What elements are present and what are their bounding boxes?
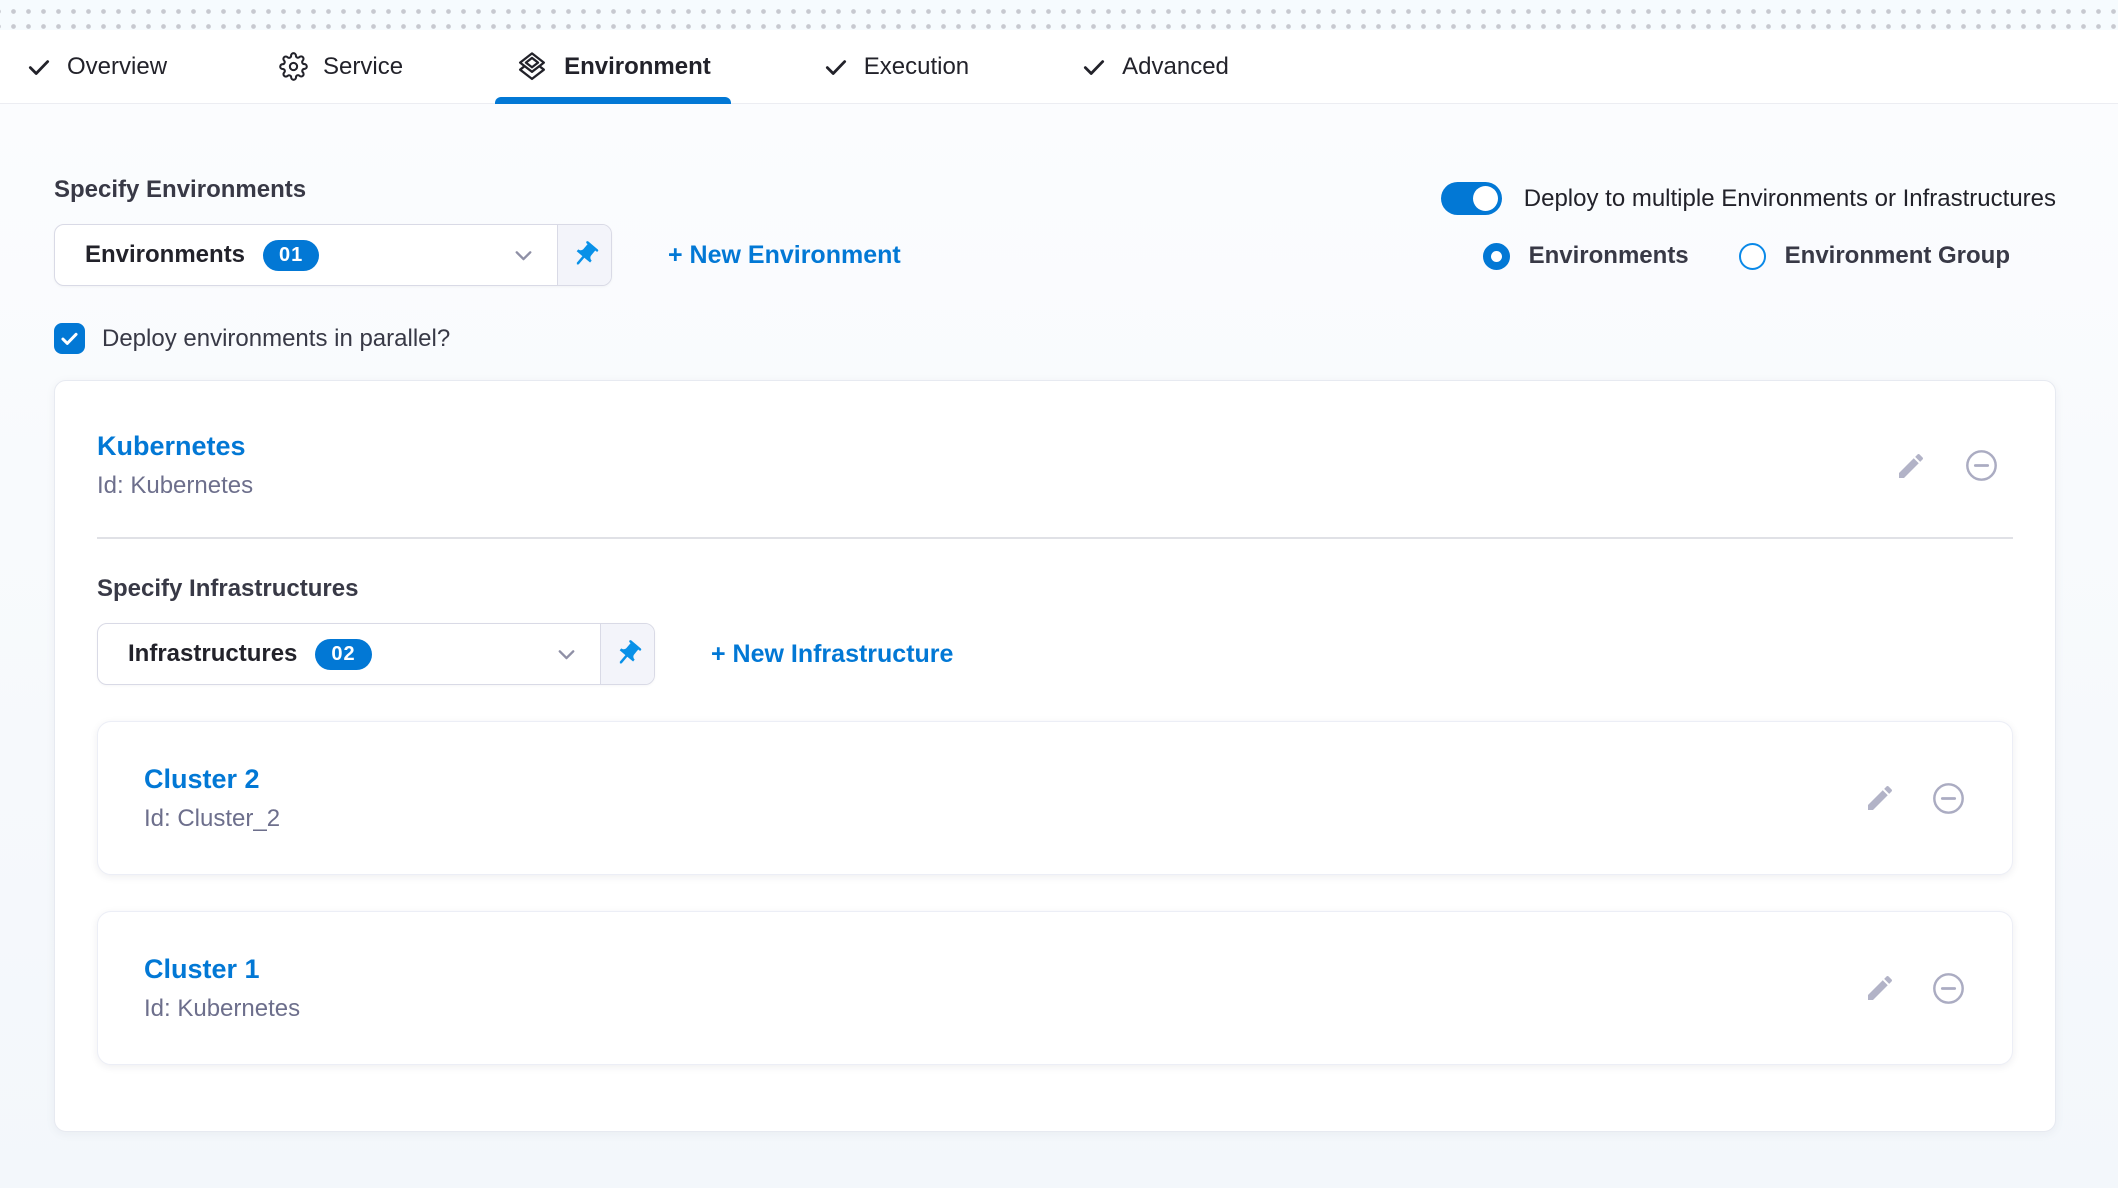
environments-header-section: Specify Environments Environments 01 + N… xyxy=(54,176,2056,286)
infrastructure-card: Cluster 2 Id: Cluster_2 xyxy=(97,721,2013,875)
infrastructure-card: Cluster 1 Id: Kubernetes xyxy=(97,911,2013,1065)
remove-icon[interactable] xyxy=(1930,970,1967,1007)
deploy-parallel-checkbox[interactable] xyxy=(54,323,85,354)
environment-icon xyxy=(515,50,549,84)
infrastructure-name-link[interactable]: Cluster 1 xyxy=(144,954,300,985)
infrastructure-info: Cluster 2 Id: Cluster_2 xyxy=(144,764,280,833)
infrastructure-name-link[interactable]: Cluster 2 xyxy=(144,764,280,795)
tab-service[interactable]: Service xyxy=(259,30,423,103)
infrastructure-actions xyxy=(1864,970,1980,1007)
deploy-parallel-label: Deploy environments in parallel? xyxy=(102,325,450,353)
edit-icon[interactable] xyxy=(1864,972,1896,1004)
infrastructure-actions xyxy=(1864,780,1980,817)
section-divider xyxy=(97,537,2013,539)
environment-entity-info: Kubernetes Id: Kubernetes xyxy=(97,431,253,500)
pin-icon[interactable] xyxy=(600,624,654,684)
infrastructure-id: Id: Kubernetes xyxy=(144,995,300,1023)
environments-dropdown-main[interactable]: Environments 01 xyxy=(55,225,557,285)
tab-label: Environment xyxy=(564,53,711,81)
tab-environment[interactable]: Environment xyxy=(495,30,731,103)
environments-dropdown-label: Environments xyxy=(85,241,245,269)
infrastructures-dropdown-main[interactable]: Infrastructures 02 xyxy=(98,624,600,684)
environment-actions xyxy=(1895,447,2013,484)
check-icon xyxy=(1081,54,1107,80)
environments-count-badge: 01 xyxy=(263,240,319,271)
specify-infrastructures-heading: Specify Infrastructures xyxy=(97,575,2013,603)
infrastructures-dropdown-row: Infrastructures 02 + New Infrastructure xyxy=(97,623,2013,685)
deploy-options-column: Deploy to multiple Environments or Infra… xyxy=(1441,182,2056,270)
check-icon xyxy=(823,54,849,80)
deploy-parallel-row: Deploy environments in parallel? xyxy=(54,323,2056,354)
environment-tab-content: Specify Environments Environments 01 + N… xyxy=(0,104,2118,1188)
toggle-knob xyxy=(1473,186,1498,211)
infrastructure-id: Id: Cluster_2 xyxy=(144,805,280,833)
tab-overview[interactable]: Overview xyxy=(6,30,187,103)
remove-icon[interactable] xyxy=(1930,780,1967,817)
environment-name-link[interactable]: Kubernetes xyxy=(97,431,253,462)
environment-entity-row: Kubernetes Id: Kubernetes xyxy=(97,431,2013,500)
pin-icon[interactable] xyxy=(557,225,611,285)
tab-label: Overview xyxy=(67,53,167,81)
new-environment-link[interactable]: + New Environment xyxy=(668,241,901,270)
stage-tabbar: Overview Service Environment Execution A… xyxy=(0,30,2118,104)
check-icon xyxy=(26,54,52,80)
deploy-multiple-toggle-label: Deploy to multiple Environments or Infra… xyxy=(1524,185,2056,213)
environment-id: Id: Kubernetes xyxy=(97,472,253,500)
tab-label: Advanced xyxy=(1122,53,1229,81)
edit-icon[interactable] xyxy=(1895,450,1927,482)
infrastructures-dropdown-label: Infrastructures xyxy=(128,640,297,668)
radio-environments[interactable]: Environments xyxy=(1483,242,1689,270)
environments-dropdown[interactable]: Environments 01 xyxy=(54,224,612,286)
gear-icon xyxy=(279,52,308,81)
chevron-down-icon xyxy=(553,641,580,668)
chevron-down-icon xyxy=(510,242,537,269)
deploy-multiple-toggle-row: Deploy to multiple Environments or Infra… xyxy=(1441,182,2056,215)
stage-config-page: Overview Service Environment Execution A… xyxy=(0,0,2118,1188)
radio-environment-group[interactable]: Environment Group xyxy=(1739,242,2010,270)
infrastructures-count-badge: 02 xyxy=(315,639,371,670)
new-infrastructure-link[interactable]: + New Infrastructure xyxy=(711,640,953,669)
infrastructures-dropdown[interactable]: Infrastructures 02 xyxy=(97,623,655,685)
environment-type-radio-group: Environments Environment Group xyxy=(1483,242,2010,270)
remove-icon[interactable] xyxy=(1963,447,2000,484)
radio-selected-icon xyxy=(1483,243,1510,270)
deploy-multiple-toggle[interactable] xyxy=(1441,182,1502,215)
tab-label: Execution xyxy=(864,53,969,81)
tab-execution[interactable]: Execution xyxy=(803,30,989,103)
tab-label: Service xyxy=(323,53,403,81)
infrastructure-info: Cluster 1 Id: Kubernetes xyxy=(144,954,300,1023)
radio-unselected-icon xyxy=(1739,243,1766,270)
edit-icon[interactable] xyxy=(1864,782,1896,814)
environment-card: Kubernetes Id: Kubernetes Specify Infras… xyxy=(54,380,2056,1132)
tab-advanced[interactable]: Advanced xyxy=(1061,30,1249,103)
pipeline-canvas-dotted-strip xyxy=(0,0,2118,30)
